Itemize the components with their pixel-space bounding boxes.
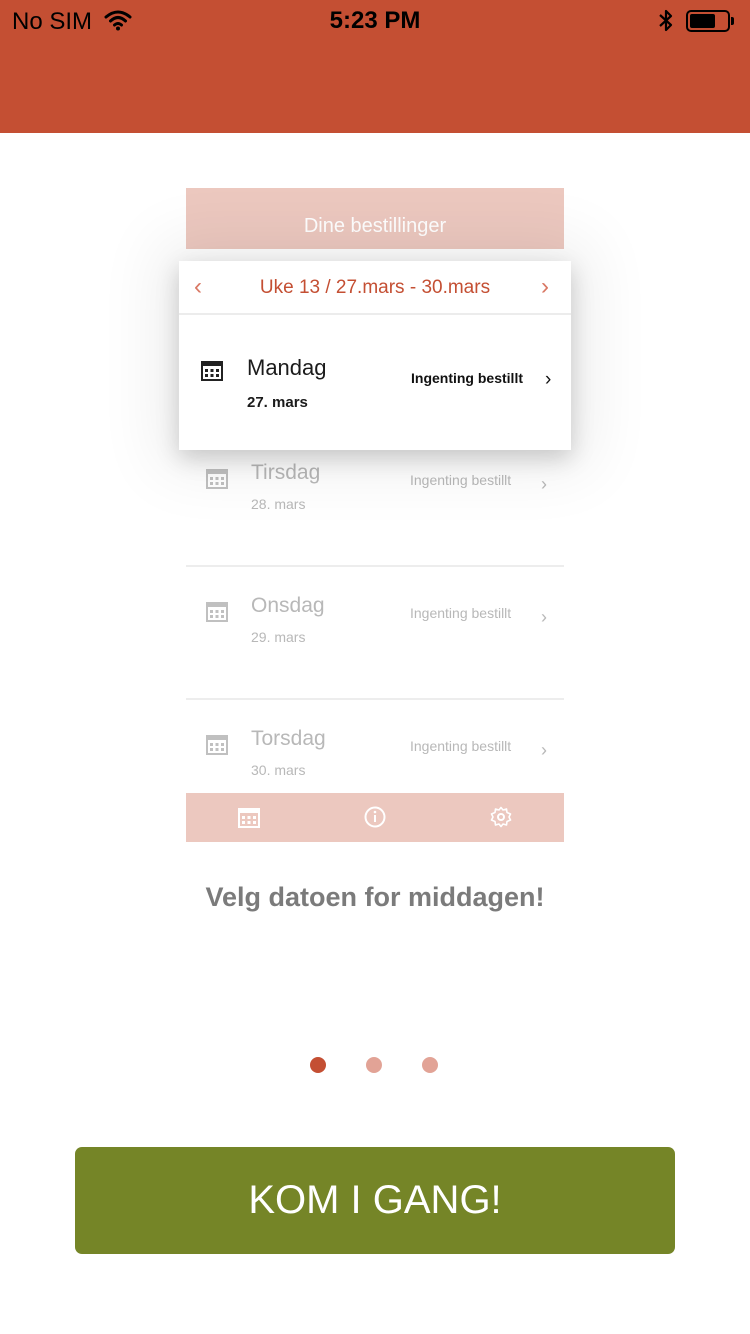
settings-icon xyxy=(490,806,512,833)
calendar-icon xyxy=(238,806,260,833)
highlighted-day-card: ‹ Uke 13 / 27.mars - 30.mars › Mandag 27… xyxy=(179,261,571,450)
day-name: Torsdag xyxy=(251,727,326,750)
illustration-header: Dine bestillinger xyxy=(186,188,564,249)
battery-icon xyxy=(686,10,734,32)
top-bar: No SIM 5:23 PM xyxy=(0,0,750,133)
list-item: Onsdag 29. mars Ingenting bestillt › xyxy=(186,567,564,700)
day-name: Mandag xyxy=(247,355,327,380)
page-dot[interactable] xyxy=(366,1057,382,1073)
day-date: 30. mars xyxy=(251,762,306,778)
get-started-button[interactable]: KOM I GANG! xyxy=(75,1147,675,1254)
order-status: Ingenting bestillt xyxy=(410,605,512,621)
chevron-right-icon: › xyxy=(541,474,547,494)
chevron-right-icon: › xyxy=(541,273,549,300)
chevron-right-icon: › xyxy=(545,369,552,390)
info-icon xyxy=(364,806,386,833)
order-status: Ingenting bestillt xyxy=(410,472,512,488)
bluetooth-icon xyxy=(657,8,675,39)
page-dot[interactable] xyxy=(422,1057,438,1073)
week-selector: ‹ Uke 13 / 27.mars - 30.mars › xyxy=(179,261,571,315)
day-date: 28. mars xyxy=(251,496,306,512)
order-status: Ingenting bestillt xyxy=(410,738,512,754)
status-bar: No SIM 5:23 PM xyxy=(0,0,750,40)
page-indicator xyxy=(0,1057,750,1073)
day-date: 29. mars xyxy=(251,629,306,645)
illustration-tab-bar xyxy=(186,793,564,842)
day-date: 27. mars xyxy=(247,394,308,411)
order-status: Ingenting bestillt xyxy=(411,370,523,386)
page-dot[interactable] xyxy=(310,1057,326,1073)
chevron-right-icon: › xyxy=(541,740,547,760)
calendar-icon xyxy=(201,359,223,386)
day-name: Onsdag xyxy=(251,594,325,617)
calendar-icon xyxy=(206,733,228,760)
list-item: Tirsdag 28. mars Ingenting bestillt › xyxy=(186,434,564,567)
day-name: Tirsdag xyxy=(251,461,321,484)
chevron-right-icon: › xyxy=(541,607,547,627)
calendar-icon xyxy=(206,600,228,627)
onboarding-caption: Velg datoen for middagen! xyxy=(205,882,545,912)
status-time: 5:23 PM xyxy=(329,7,421,34)
calendar-icon xyxy=(206,467,228,494)
week-label: Uke 13 / 27.mars - 30.mars xyxy=(259,277,491,298)
